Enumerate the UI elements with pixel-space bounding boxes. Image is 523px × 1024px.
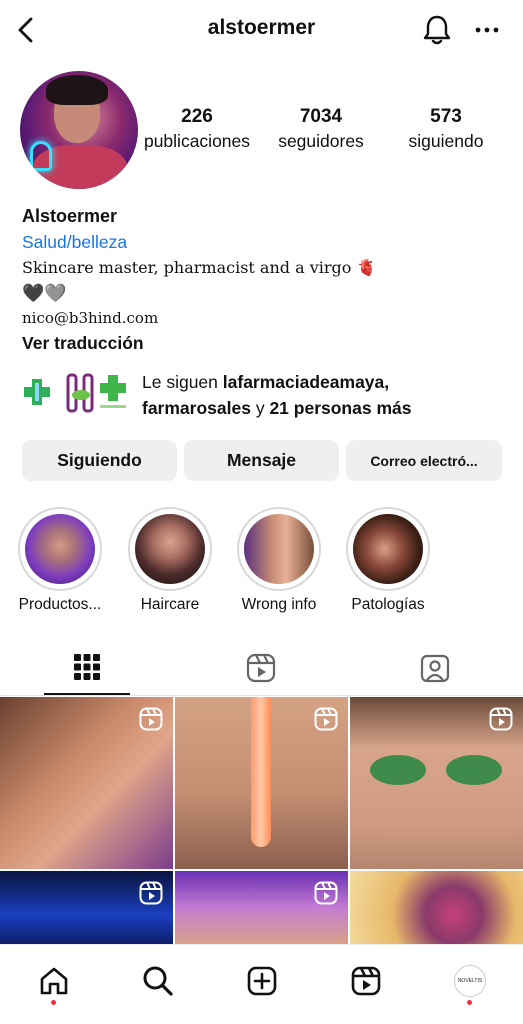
chevron-left-icon xyxy=(18,17,33,43)
tab-reels[interactable] xyxy=(218,640,304,695)
nav-reels[interactable] xyxy=(344,959,388,1003)
grid-post[interactable] xyxy=(175,871,348,944)
followers-label: seguidores xyxy=(278,131,364,151)
posts-grid xyxy=(0,697,523,944)
message-button[interactable]: Mensaje xyxy=(184,440,339,481)
more-options-button[interactable] xyxy=(468,11,506,49)
eye-patch-right xyxy=(446,755,502,785)
top-bar: alstoermer xyxy=(0,0,523,62)
posts-label: publicaciones xyxy=(143,131,251,151)
highlight-ring xyxy=(237,507,321,591)
tagged-icon xyxy=(420,654,450,682)
anatomical-heart-emoji: 🫀 xyxy=(356,258,377,277)
bio-text-line: Skincare master, pharmacist and a virgo … xyxy=(22,256,502,280)
reels-icon xyxy=(351,966,381,996)
stat-following[interactable]: 573 siguiendo xyxy=(390,106,502,154)
profile-mini-avatar: NOVELTIS xyxy=(454,965,486,997)
search-icon xyxy=(143,966,173,996)
highlight-ring xyxy=(346,507,430,591)
bell-icon xyxy=(423,15,451,45)
mutual-others-count: 21 personas más xyxy=(269,398,412,418)
stat-posts[interactable]: 226 publicaciones xyxy=(138,106,256,154)
create-icon xyxy=(247,966,277,996)
pharmacy-logo-violet xyxy=(66,373,94,413)
grid-post[interactable] xyxy=(350,871,523,944)
mutual-account-2: farmarosales xyxy=(142,398,251,418)
grid-post[interactable] xyxy=(350,697,523,869)
bio-section: Alstoermer Salud/belleza Skincare master… xyxy=(22,204,502,356)
mutual-account-1: lafarmaciadeamaya xyxy=(222,372,385,392)
bio-email[interactable]: nico@b3hind.com xyxy=(22,306,502,330)
dropper-image xyxy=(251,697,271,847)
followed-by-text[interactable]: Le siguen lafarmaciadeamaya, farmarosales… xyxy=(142,369,512,421)
highlight-cover xyxy=(353,514,423,584)
pharmacy-cross-logo xyxy=(24,379,50,405)
stat-followers[interactable]: 7034 seguidores xyxy=(264,106,378,154)
eye-patch-left xyxy=(370,755,426,785)
highlight-cover xyxy=(135,514,205,584)
category-link[interactable]: Salud/belleza xyxy=(22,228,502,256)
following-button[interactable]: Siguiendo xyxy=(22,440,177,481)
highlight-label: Wrong info xyxy=(241,596,317,613)
mutual-followers-avatars[interactable] xyxy=(22,371,132,417)
bio-text: Skincare master, pharmacist and a virgo xyxy=(22,258,352,277)
profile-notification-dot xyxy=(467,1000,472,1005)
home-notification-dot xyxy=(51,1000,56,1005)
posts-count: 226 xyxy=(181,106,213,127)
grid-icon xyxy=(74,653,100,680)
reel-badge-icon xyxy=(139,707,163,731)
followers-count: 7034 xyxy=(299,106,343,127)
see-translation-link[interactable]: Ver traducción xyxy=(22,330,502,356)
avatar-hair xyxy=(46,75,108,105)
highlight-label: Productos... xyxy=(18,596,102,613)
more-horizontal-icon xyxy=(475,27,499,33)
highlight-label: Haircare xyxy=(140,596,200,613)
profile-avatar[interactable] xyxy=(20,71,138,189)
notifications-button[interactable] xyxy=(418,11,456,49)
following-count: 573 xyxy=(430,106,462,127)
grid-post[interactable] xyxy=(175,697,348,869)
followed-by-conjunction: y xyxy=(250,398,270,418)
grid-post[interactable] xyxy=(0,871,173,944)
highlight-cover xyxy=(244,514,314,584)
highlight-ring xyxy=(18,507,102,591)
tab-posts-grid[interactable] xyxy=(44,640,130,695)
nav-profile[interactable]: NOVELTIS xyxy=(448,959,492,1003)
highlight-cover xyxy=(25,514,95,584)
reel-badge-icon xyxy=(314,881,338,905)
tab-tagged[interactable] xyxy=(392,640,478,695)
followed-by-separator: , xyxy=(384,372,390,392)
nav-search[interactable] xyxy=(136,959,180,1003)
reel-badge-icon xyxy=(489,707,513,731)
display-name: Alstoermer xyxy=(22,206,118,226)
following-label: siguiendo xyxy=(408,131,484,151)
reels-icon xyxy=(246,653,276,682)
pharmacy-cross-green-logo xyxy=(100,375,126,408)
reel-badge-icon xyxy=(314,707,338,731)
email-button[interactable]: Correo electró... xyxy=(346,440,502,481)
highlight-label: Patologías xyxy=(351,596,425,613)
home-icon xyxy=(40,967,68,995)
nav-create[interactable] xyxy=(240,959,284,1003)
bio-hearts: 🖤🩶 xyxy=(22,283,67,303)
highlight-ring xyxy=(128,507,212,591)
neon-sign xyxy=(30,141,52,171)
profile-tabs xyxy=(0,640,523,696)
back-button[interactable] xyxy=(8,12,44,48)
followed-by-prefix: Le siguen xyxy=(142,372,223,392)
grid-post[interactable] xyxy=(0,697,173,869)
bottom-nav: NOVELTIS xyxy=(0,944,523,1024)
nav-home[interactable] xyxy=(32,959,76,1003)
reel-badge-icon xyxy=(139,881,163,905)
profile-mini-text: NOVELTIS xyxy=(457,978,483,984)
